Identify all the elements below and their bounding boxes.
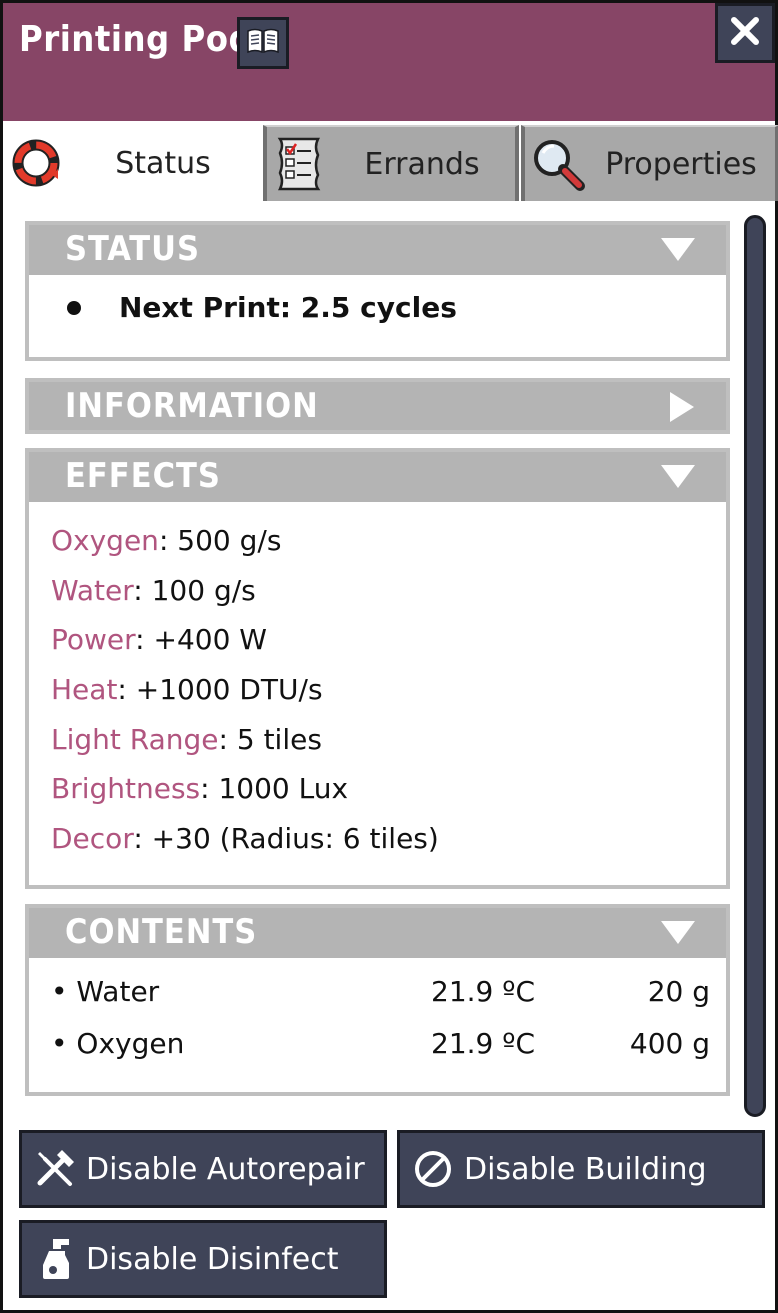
tab-status[interactable]: Status bbox=[3, 125, 261, 201]
wrench-hammer-icon bbox=[32, 1146, 78, 1192]
effect-row-water: Water: 100 g/s bbox=[51, 566, 726, 616]
effect-value: : +1000 DTU/s bbox=[117, 673, 323, 707]
collapse-arrow-icon bbox=[660, 464, 696, 494]
disable-building-label: Disable Building bbox=[464, 1151, 707, 1187]
bullet-icon bbox=[67, 300, 81, 315]
effect-key: Decor bbox=[51, 822, 134, 856]
effect-row-light-range: Light Range: 5 tiles bbox=[51, 715, 726, 765]
element-name: • Oxygen bbox=[51, 1027, 185, 1060]
tab-status-label: Status bbox=[115, 145, 211, 181]
effect-value: : +400 W bbox=[135, 623, 267, 657]
checklist-icon bbox=[271, 135, 329, 193]
effect-key: Oxygen bbox=[51, 524, 159, 557]
contents-row-water: • Water 21.9 ºC 20 g bbox=[51, 966, 726, 1018]
information-section-title: INFORMATION bbox=[65, 386, 319, 426]
effects-section-title: EFFECTS bbox=[65, 456, 221, 496]
effect-key: Light Range bbox=[51, 722, 219, 756]
effect-value: : +30 (Radius: 6 tiles) bbox=[133, 822, 439, 856]
element-mass: 20 g bbox=[647, 975, 710, 1008]
effect-value: : 500 g/s bbox=[158, 524, 282, 557]
collapse-arrow-icon bbox=[660, 237, 696, 267]
status-ring-icon bbox=[7, 134, 65, 192]
disable-disinfect-label: Disable Disinfect bbox=[86, 1241, 339, 1277]
effect-row-heat: Heat: +1000 DTU/s bbox=[51, 665, 726, 715]
tab-properties[interactable]: Properties bbox=[521, 125, 778, 201]
effect-key: Brightness bbox=[51, 772, 201, 806]
prohibit-icon bbox=[410, 1146, 456, 1192]
status-section-title: STATUS bbox=[65, 229, 201, 269]
window-title: Printing Pod bbox=[19, 19, 253, 60]
effect-value: : 5 tiles bbox=[218, 722, 322, 756]
element-temperature: 21.9 ºC bbox=[431, 975, 535, 1008]
effect-row-brightness: Brightness: 1000 Lux bbox=[51, 764, 726, 814]
contents-section-title: CONTENTS bbox=[65, 912, 258, 952]
status-section: STATUS Next Print: 2.5 cycles bbox=[25, 221, 730, 361]
disable-autorepair-button[interactable]: Disable Autorepair bbox=[19, 1130, 387, 1208]
title-bar: Printing Pod bbox=[3, 3, 775, 121]
contents-section: CONTENTS • Water 21.9 ºC 20 g • Oxygen 2… bbox=[25, 904, 730, 1096]
information-section: INFORMATION bbox=[25, 378, 730, 434]
contents-table: • Water 21.9 ºC 20 g • Oxygen 21.9 ºC 40… bbox=[29, 958, 726, 1080]
spray-bottle-icon bbox=[32, 1236, 78, 1282]
effect-key: Water bbox=[51, 573, 134, 607]
tab-bar: Status Errands Properties bbox=[3, 121, 778, 201]
tab-properties-label: Properties bbox=[605, 146, 757, 182]
effects-section: EFFECTS Oxygen: 500 g/s Water: 100 g/s P… bbox=[25, 448, 730, 889]
element-temperature: 21.9 ºC bbox=[431, 1027, 535, 1060]
tab-errands-label: Errands bbox=[364, 146, 480, 182]
open-book-icon bbox=[246, 27, 280, 59]
disable-disinfect-button[interactable]: Disable Disinfect bbox=[19, 1220, 387, 1298]
effect-key: Heat bbox=[51, 673, 118, 707]
information-section-header[interactable]: INFORMATION bbox=[29, 382, 726, 430]
vertical-scrollbar[interactable] bbox=[744, 215, 766, 1117]
contents-section-header[interactable]: CONTENTS bbox=[29, 908, 726, 958]
contents-row-oxygen: • Oxygen 21.9 ºC 400 g bbox=[51, 1018, 726, 1070]
collapse-arrow-icon bbox=[660, 920, 696, 950]
element-name: • Water bbox=[51, 975, 160, 1008]
effect-row-oxygen: Oxygen: 500 g/s bbox=[51, 516, 726, 566]
status-item-text: Next Print: 2.5 cycles bbox=[119, 291, 457, 324]
effect-row-power: Power: +400 W bbox=[51, 615, 726, 665]
effect-value: : 100 g/s bbox=[133, 573, 256, 607]
side-screen-panel: Printing Pod Status Errands Properties S… bbox=[0, 0, 778, 1313]
status-section-header[interactable]: STATUS bbox=[29, 225, 726, 275]
effects-section-header[interactable]: EFFECTS bbox=[29, 452, 726, 502]
close-button[interactable] bbox=[715, 3, 775, 63]
magnifier-icon bbox=[529, 135, 587, 193]
effect-key: Power bbox=[51, 623, 136, 657]
disable-building-button[interactable]: Disable Building bbox=[397, 1130, 765, 1208]
codex-button[interactable] bbox=[237, 17, 289, 69]
close-icon bbox=[729, 15, 761, 51]
effects-list: Oxygen: 500 g/s Water: 100 g/s Power: +4… bbox=[29, 502, 726, 874]
disable-autorepair-label: Disable Autorepair bbox=[86, 1151, 365, 1187]
expand-arrow-icon bbox=[668, 391, 696, 427]
tab-errands[interactable]: Errands bbox=[263, 125, 519, 201]
effect-value: : 1000 Lux bbox=[200, 772, 349, 806]
element-mass: 400 g bbox=[629, 1027, 710, 1060]
status-item: Next Print: 2.5 cycles bbox=[29, 275, 726, 342]
effect-row-decor: Decor: +30 (Radius: 6 tiles) bbox=[51, 814, 726, 864]
